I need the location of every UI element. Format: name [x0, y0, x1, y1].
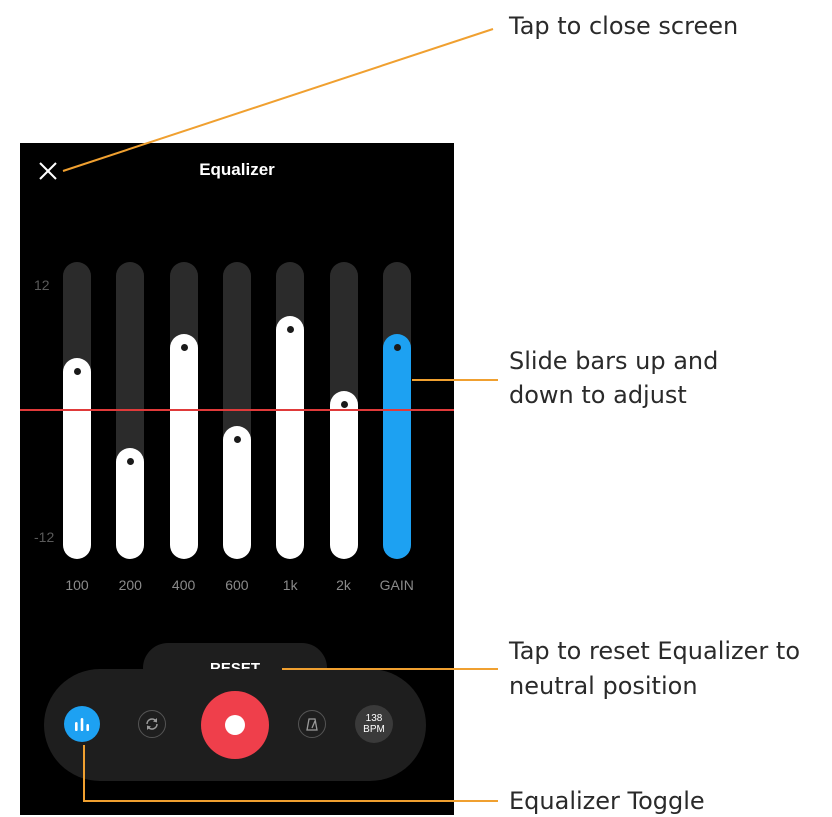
band-slider-fill[interactable] [222, 426, 251, 559]
band-slider-knob[interactable] [287, 326, 295, 333]
band-label: 1k [282, 577, 298, 593]
metronome-icon [306, 718, 318, 731]
annotation-slide-line2: down to adjust [509, 381, 687, 409]
bpm-value: 138 [365, 713, 383, 724]
scale-max-label: 12 [34, 277, 50, 293]
band-slider-knob[interactable] [393, 344, 401, 351]
annotation-slide-line1: Slide bars up and [509, 347, 719, 375]
band-slider-fill[interactable] [63, 358, 91, 559]
band-slider-knob[interactable] [127, 458, 135, 465]
band-label: 400 [171, 577, 196, 593]
band-slider-fill[interactable] [276, 316, 305, 559]
band-slider-fill[interactable] [329, 391, 358, 559]
annotation-reset-line1: Tap to reset Equalizer to [509, 637, 800, 665]
band-label: 100 [65, 577, 89, 593]
annotation-toggle: Equalizer Toggle [509, 787, 705, 815]
band-slider-fill[interactable] [169, 334, 198, 559]
band-slider-knob[interactable] [180, 344, 188, 351]
metronome-button[interactable] [298, 710, 326, 738]
loop-icon [146, 718, 158, 730]
loop-button[interactable] [138, 710, 166, 738]
equalizer-screen: Equalizer 12 -12 100 200 400 600 1k 2k GAIN RE… [20, 143, 454, 815]
page-title: Equalizer [199, 160, 275, 179]
band-slider-knob[interactable] [340, 401, 348, 408]
band-slider-fill[interactable] [116, 448, 145, 559]
record-icon [225, 715, 245, 735]
band-label: GAIN [379, 577, 414, 593]
annotation-reset-line2: neutral position [509, 672, 698, 700]
band-slider-knob[interactable] [74, 368, 81, 375]
band-label: 2k [336, 577, 351, 593]
scale-min-label: -12 [34, 529, 55, 545]
equalizer-icon [75, 718, 89, 731]
band-label: 600 [225, 577, 249, 593]
bottom-toolbar: 138 BPM [44, 669, 426, 781]
band-slider-knob[interactable] [233, 436, 241, 443]
bpm-button[interactable]: 138 BPM [355, 705, 393, 743]
record-button[interactable] [201, 691, 269, 759]
band-label: 200 [118, 577, 142, 593]
equalizer-toggle-button[interactable] [64, 706, 100, 742]
bpm-unit: BPM [363, 724, 385, 735]
annotation-close: Tap to close screen [509, 12, 739, 40]
band-slider-fill[interactable] [382, 334, 411, 559]
zero-line [20, 409, 454, 411]
